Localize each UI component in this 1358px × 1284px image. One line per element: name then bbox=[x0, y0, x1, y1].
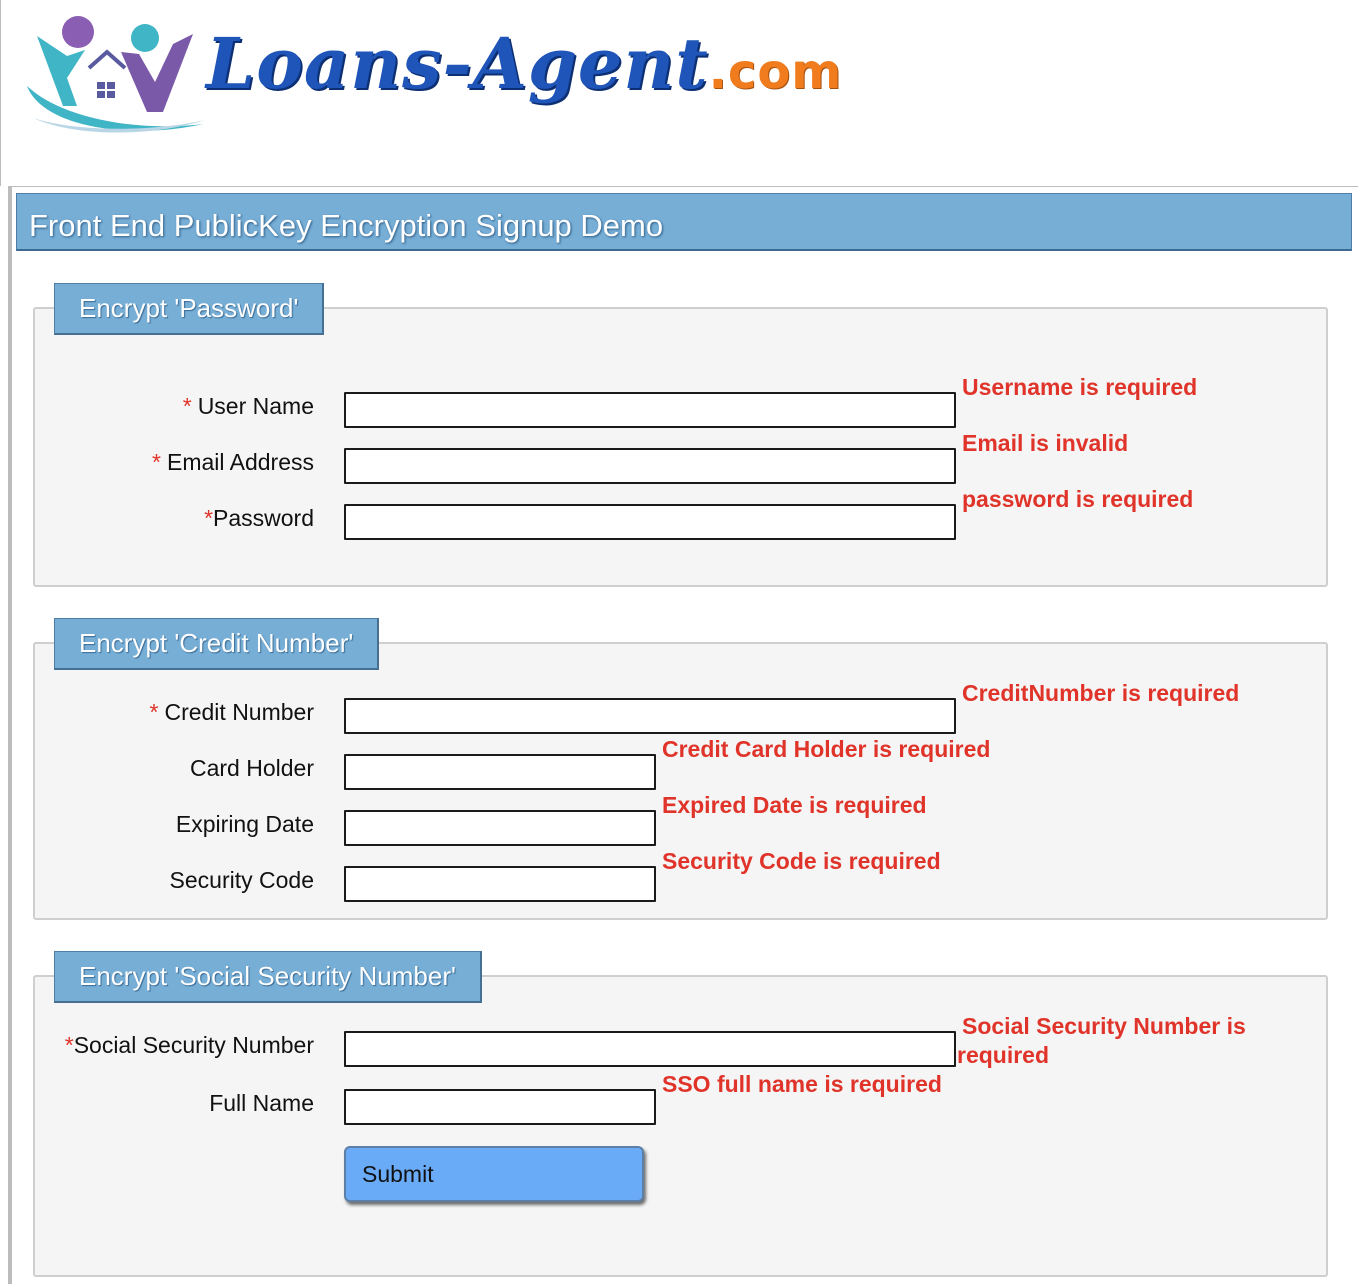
header: Loans-Agent.com bbox=[0, 0, 1358, 186]
required-mark: * bbox=[149, 699, 159, 725]
card-holder-error: Credit Card Holder is required bbox=[662, 736, 991, 762]
full-name-label: Full Name bbox=[209, 1090, 314, 1116]
security-code-input[interactable] bbox=[344, 866, 656, 902]
full-name-input[interactable] bbox=[344, 1089, 656, 1125]
logo-icon bbox=[27, 16, 205, 133]
main-panel: Front End PublicKey Encryption Signup De… bbox=[8, 186, 1358, 1284]
required-mark: * bbox=[64, 1032, 74, 1058]
username-input[interactable] bbox=[344, 392, 956, 428]
password-input[interactable] bbox=[344, 504, 956, 540]
ssn-error-line1: Social Security Number is bbox=[962, 1013, 1246, 1039]
credit-number-input[interactable] bbox=[344, 698, 956, 734]
username-label: * User Name bbox=[182, 393, 314, 419]
password-section-legend: Encrypt 'Password' bbox=[54, 283, 325, 335]
required-mark: * bbox=[152, 449, 161, 475]
email-label: * Email Address bbox=[152, 449, 314, 475]
required-mark: * bbox=[204, 505, 214, 531]
ssn-error: Social Security Number is required bbox=[957, 1012, 1246, 1070]
logo-suffix: .com bbox=[708, 44, 843, 100]
email-input[interactable] bbox=[344, 448, 956, 484]
username-error: Username is required bbox=[962, 374, 1198, 400]
expiring-date-input[interactable] bbox=[344, 810, 656, 846]
security-code-label: Security Code bbox=[169, 867, 314, 893]
credit-number-error: CreditNumber is required bbox=[962, 680, 1240, 706]
submit-button[interactable]: Submit bbox=[344, 1146, 644, 1202]
credit-number-label: * Credit Number bbox=[149, 699, 315, 725]
page-title: Front End PublicKey Encryption Signup De… bbox=[29, 208, 664, 243]
security-code-error: Security Code is required bbox=[662, 848, 941, 874]
password-section bbox=[33, 307, 1328, 587]
required-mark: * bbox=[182, 393, 192, 419]
password-error: password is required bbox=[962, 486, 1194, 512]
ssn-section-legend: Encrypt 'Social Security Number' bbox=[54, 951, 482, 1003]
signup-page: Loans-Agent.com Front End PublicKey Encr… bbox=[0, 0, 1358, 1284]
email-error: Email is invalid bbox=[962, 430, 1129, 456]
expiring-date-label: Expiring Date bbox=[175, 811, 314, 837]
ssn-error-line2: required bbox=[957, 1042, 1050, 1068]
ssn-input[interactable] bbox=[344, 1031, 956, 1067]
title-bar: Front End PublicKey Encryption Signup De… bbox=[16, 193, 1352, 251]
card-holder-label: Card Holder bbox=[190, 755, 314, 781]
logo-wordmark: Loans-Agent.com bbox=[206, 22, 843, 105]
credit-section-legend: Encrypt 'Credit Number' bbox=[54, 618, 380, 670]
expiring-date-error: Expired Date is required bbox=[662, 792, 927, 818]
password-label: *Password bbox=[204, 505, 314, 531]
card-holder-input[interactable] bbox=[344, 754, 656, 790]
ssn-label: *Social Security Number bbox=[64, 1032, 314, 1058]
full-name-error: SSO full name is required bbox=[662, 1071, 942, 1097]
